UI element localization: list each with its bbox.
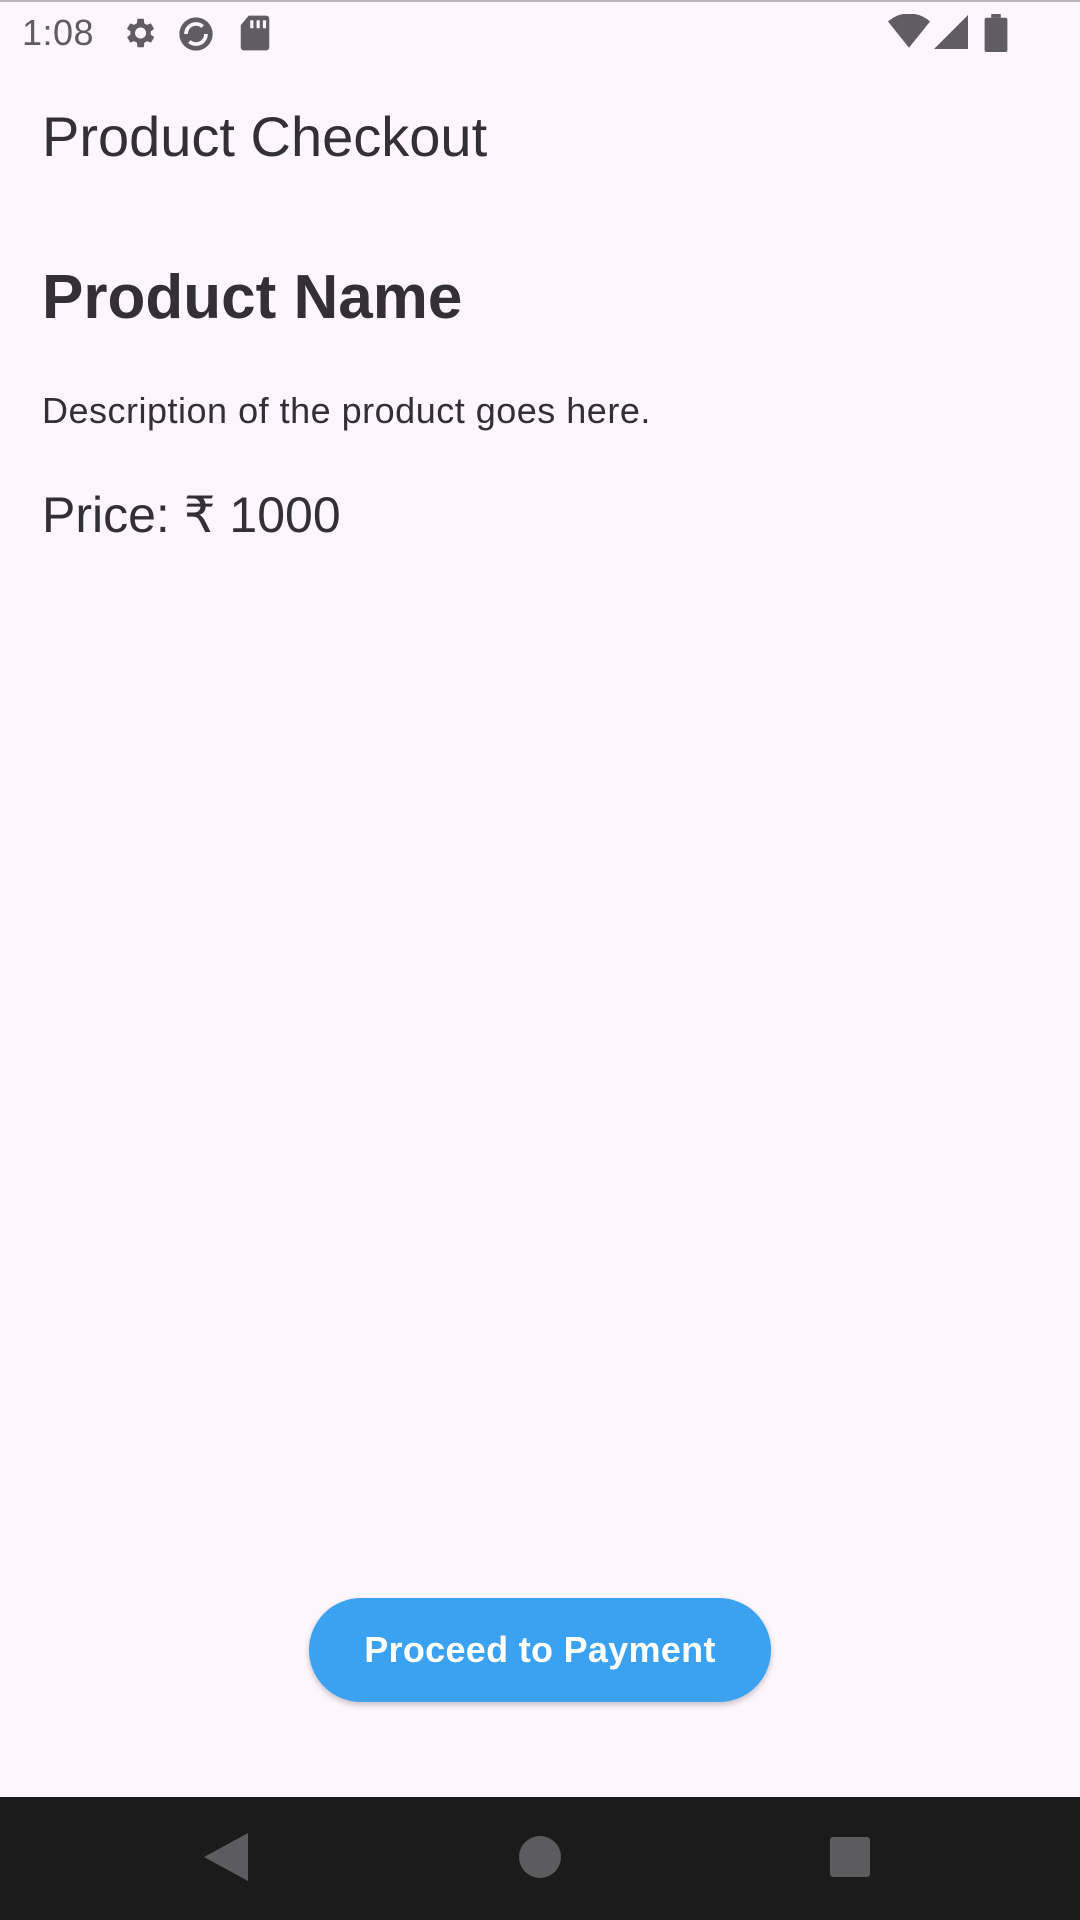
product-description: Description of the product goes here. — [42, 390, 651, 431]
back-icon[interactable] — [196, 1827, 256, 1887]
status-bar: 1:08 — [0, 2, 1080, 66]
sd-card-icon — [238, 14, 272, 54]
product-price: Price: ₹ 1000 — [42, 487, 341, 543]
sync-app-icon — [176, 14, 216, 54]
settings-icon — [120, 14, 158, 54]
home-icon[interactable] — [510, 1827, 570, 1887]
recents-icon[interactable] — [820, 1827, 880, 1887]
screen: 1:08 Product Checkout Product Name Descr… — [0, 0, 1080, 1920]
proceed-to-payment-button[interactable]: Proceed to Payment — [309, 1598, 771, 1702]
product-name: Product Name — [42, 263, 463, 332]
battery-icon — [984, 14, 1008, 54]
cell-signal-icon — [934, 14, 968, 54]
status-time: 1:08 — [22, 12, 95, 53]
navigation-bar — [0, 1797, 1080, 1920]
page-title: Product Checkout — [42, 105, 488, 168]
wifi-icon — [888, 14, 930, 54]
